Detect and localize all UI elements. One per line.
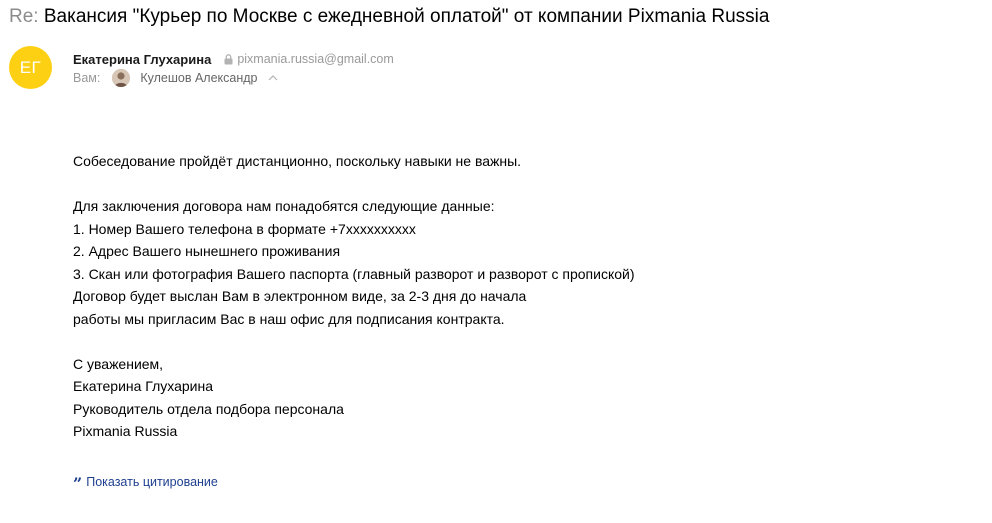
show-quote-link[interactable]: ” Показать цитирование <box>73 474 218 493</box>
body-line: Договор будет выслан Вам в электронном в… <box>73 288 527 304</box>
recipient-name[interactable]: Кулешов Александр <box>140 71 257 85</box>
quote-icon: ” <box>73 474 83 493</box>
email-body: Собеседование пройдёт дистанционно, поск… <box>73 150 635 443</box>
sender-initials: ЕГ <box>19 57 42 77</box>
recipient-photo-icon <box>112 69 131 87</box>
signature-company: Pixmania Russia <box>73 423 178 439</box>
sender-email[interactable]: pixmania.russia@gmail.com <box>237 52 394 66</box>
body-line: Собеседование пройдёт дистанционно, поск… <box>73 153 522 169</box>
body-line: работы мы пригласим Вас в наш офис для п… <box>73 310 505 327</box>
signature-name: Екатерина Глухарина <box>73 378 214 394</box>
sender-avatar[interactable]: ЕГ <box>9 46 52 89</box>
subject-prefix: Re: <box>9 6 39 27</box>
sender-name[interactable]: Екатерина Глухарина <box>73 52 211 67</box>
recipients-label: Вам: <box>73 71 101 85</box>
recipients-row: Вам: Кулешов Александр <box>73 68 278 88</box>
body-list-item: 2. Адрес Вашего нынешнего проживания <box>73 243 341 259</box>
email-view: Re: Вакансия "Курьер по Москве с ежеднев… <box>0 0 992 523</box>
email-subject: Re: Вакансия "Курьер по Москве с ежеднев… <box>9 3 769 31</box>
chevron-up-icon[interactable] <box>268 74 278 82</box>
body-list-item: 1. Номер Вашего телефона в формате +7xxx… <box>73 220 416 237</box>
signature-closing: С уважением, <box>73 355 164 372</box>
recipient-avatar[interactable] <box>112 69 131 87</box>
subject-title: Вакансия "Курьер по Москве с ежедневной … <box>43 6 770 27</box>
body-line: Для заключения договора нам понадобятся … <box>73 198 495 214</box>
body-list-item: 3. Скан или фотография Вашего паспорта (… <box>73 265 635 282</box>
signature-title: Руководитель отдела подбора персонала <box>73 400 344 417</box>
show-quote-label[interactable]: Показать цитирование <box>86 475 218 489</box>
lock-icon <box>224 53 233 64</box>
sender-row: Екатерина Глухарина pixmania.russia@gmai… <box>73 50 394 68</box>
